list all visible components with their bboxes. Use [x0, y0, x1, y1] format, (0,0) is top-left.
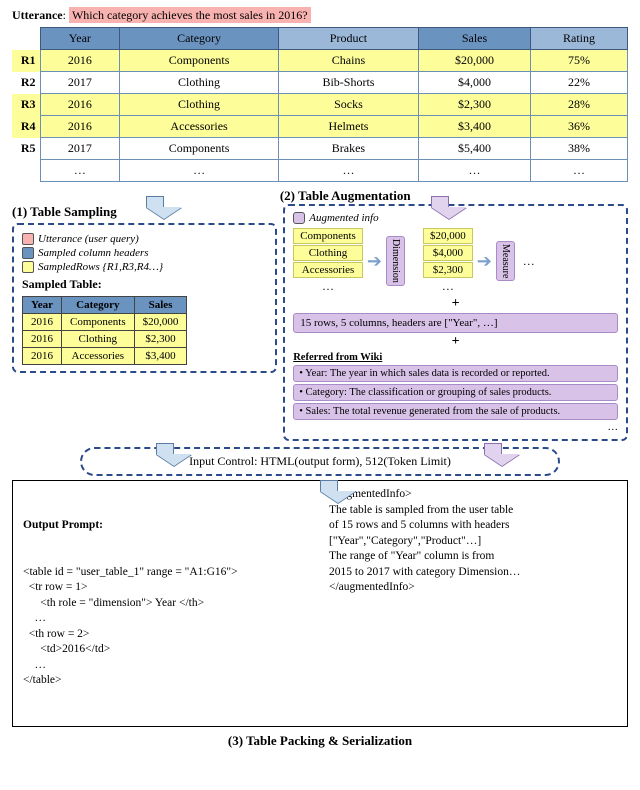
augment-box: Augmented info Components Clothing Acces…: [283, 204, 628, 441]
table-row: R1 2016 Components Chains $20,000 75%: [12, 50, 628, 72]
plus-icon: +: [293, 334, 618, 350]
output-right-code: <augmentedInfo> The table is sampled fro…: [329, 487, 617, 720]
wiki-header: Referred from Wiki: [293, 352, 618, 363]
step3-title: (3) Table Packing & Serialization: [12, 733, 628, 749]
table-row: R4 2016 Accessories Helmets $3,400 36%: [12, 116, 628, 138]
col-sales: Sales: [418, 28, 530, 50]
step2-title: (2) Table Augmentation: [280, 188, 411, 204]
utterance-text: Which category achieves the most sales i…: [69, 7, 311, 23]
plus-icon: +: [293, 296, 618, 312]
table-row: … … … … …: [12, 160, 628, 182]
col-rating: Rating: [531, 28, 628, 50]
swatch-red-icon: [22, 233, 34, 245]
table-row: R3 2016 Clothing Socks $2,300 28%: [12, 94, 628, 116]
sampling-box: Utterance (user query) Sampled column he…: [12, 223, 277, 373]
augment-legend: Augmented info: [309, 212, 378, 224]
measure-label: Measure: [496, 241, 515, 281]
table-meta: 15 rows, 5 columns, headers are ["Year",…: [293, 313, 618, 333]
output-title: Output Prompt:: [23, 518, 311, 534]
wiki-item: • Sales: The total revenue generated fro…: [293, 403, 618, 420]
table-header-row: Year Category Product Sales Rating: [12, 28, 628, 50]
sampled-table-label: Sampled Table:: [22, 277, 267, 292]
swatch-blue-icon: [22, 247, 34, 259]
output-prompt-box: Output Prompt: <table id = "user_table_1…: [12, 480, 628, 727]
sampling-legend: Utterance (user query) Sampled column he…: [22, 233, 267, 273]
wiki-item: • Category: The classification or groupi…: [293, 384, 618, 401]
utterance-line: Utterance: Which category achieves the m…: [12, 8, 628, 23]
col-year: Year: [40, 28, 120, 50]
sampled-table: Year Category Sales 2016Components$20,00…: [22, 296, 187, 365]
output-left-code: <table id = "user_table_1" range = "A1:G…: [23, 565, 311, 689]
col-category: Category: [120, 28, 279, 50]
table-row: R5 2017 Components Brakes $5,400 38%: [12, 138, 628, 160]
step1-title: (1) Table Sampling: [12, 204, 277, 220]
swatch-yellow-icon: [22, 261, 34, 273]
dimension-values: Components Clothing Accessories …: [293, 228, 363, 294]
col-product: Product: [278, 28, 418, 50]
measure-values: $20,000 $4,000 $2,300 …: [423, 228, 473, 294]
source-table: Year Category Product Sales Rating R1 20…: [12, 27, 628, 182]
arrow-right-icon: ➔: [477, 251, 492, 272]
utterance-label: Utterance: [12, 8, 63, 22]
arrow-right-icon: ➔: [367, 251, 382, 272]
table-row: R2 2017 Clothing Bib-Shorts $4,000 22%: [12, 72, 628, 94]
dimension-label: Dimension: [386, 236, 405, 286]
wiki-item: • Year: The year in which sales data is …: [293, 365, 618, 382]
swatch-purple-icon: [293, 212, 305, 224]
